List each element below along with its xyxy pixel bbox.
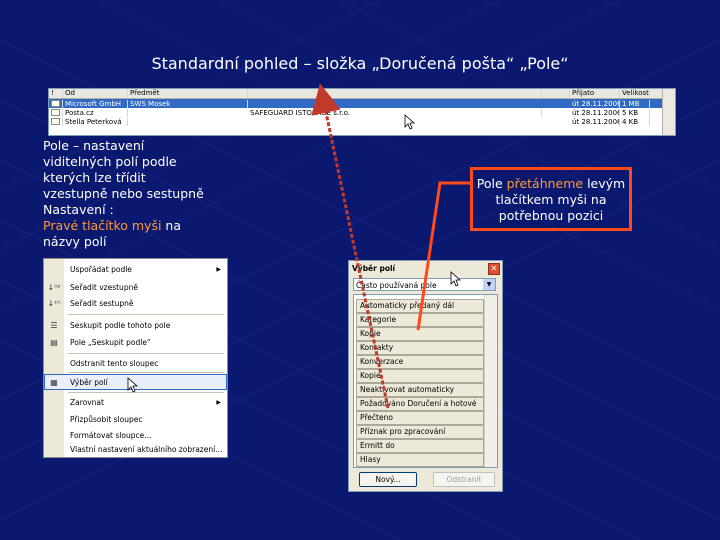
menu-item-group-by-field[interactable]: ☰ Seskupit podle tohoto pole — [44, 317, 227, 333]
dialog-title: Výběr polí ✕ — [349, 261, 502, 275]
row-subject: SAFEGUARD ISTORAGE s.r.o. — [248, 108, 542, 117]
field-chooser-dialog[interactable]: Výběr polí ✕ Často používaná pole ▼ Auto… — [348, 260, 503, 492]
field-item[interactable]: Kopie — [356, 369, 484, 383]
field-item[interactable]: Automaticky předaný dál — [356, 299, 484, 313]
menu-item-group-by-box[interactable]: ▤ Pole „Seskupit podle“ — [44, 334, 227, 350]
menu-item-arrange-by[interactable]: Uspořádat podle ▶ — [44, 261, 227, 277]
menu-item-sort-descending[interactable]: ↓ᶻᴬ Seřadit sestupně — [44, 295, 227, 311]
menu-separator — [68, 372, 224, 373]
row-company: SWS Mosek — [128, 99, 248, 108]
column-header-from[interactable]: Od — [63, 89, 128, 98]
menu-separator — [68, 353, 224, 354]
submenu-arrow-icon: ▶ — [216, 398, 221, 406]
menu-item-alignment[interactable]: Zarovnat ▶ — [44, 394, 227, 410]
delete-field-button[interactable]: Odstranit — [433, 472, 495, 487]
mail-envelope-icon — [49, 117, 63, 126]
row-received: út 28.11.2006 15:25 — [572, 108, 620, 117]
field-item[interactable]: Požadováno Doručení a hotové — [356, 397, 484, 411]
column-header-subject[interactable]: Předmět — [128, 89, 248, 98]
field-item[interactable]: Hlasy — [356, 453, 484, 467]
sort-descending-icon: ↓ᶻᴬ — [47, 298, 61, 308]
menu-item-best-fit[interactable]: Přizpůsobit sloupec — [44, 411, 227, 427]
field-set-select[interactable]: Často používaná pole ▼ — [353, 278, 496, 291]
column-header-importance[interactable]: ! — [49, 89, 63, 98]
column-header-size[interactable]: Velikost — [620, 89, 650, 98]
close-icon[interactable]: ✕ — [488, 263, 500, 275]
inbox-column-headers[interactable]: ! Od Předmět Přijato Velikost — [49, 89, 675, 99]
inbox-message-list[interactable]: ! Od Předmět Přijato Velikost Microsoft … — [48, 88, 676, 136]
field-item[interactable]: Kategorie — [356, 313, 484, 327]
group-by-box-icon: ▤ — [50, 337, 58, 347]
field-list[interactable]: Automaticky předaný dál Kategorie Kopie … — [353, 294, 498, 468]
row-received: út 28.11.2006 15:31 — [572, 117, 620, 126]
sort-ascending-icon: ↓ᴬᶻ — [47, 282, 61, 292]
field-list-scrollbar[interactable] — [484, 295, 497, 467]
field-item[interactable]: Neaktivovat automaticky — [356, 383, 484, 397]
row-from: Microsoft GmbH — [63, 99, 128, 108]
column-header-received[interactable]: Přijato — [570, 89, 620, 98]
menu-separator — [68, 314, 224, 315]
field-chooser-icon: ▦ — [50, 377, 58, 387]
submenu-arrow-icon: ▶ — [216, 265, 221, 273]
new-field-button[interactable]: Nový... — [359, 472, 417, 487]
group-by-field-icon: ☰ — [50, 320, 58, 330]
field-item[interactable]: Ermitt do — [356, 439, 484, 453]
field-item[interactable]: Přečteno — [356, 411, 484, 425]
menu-item-field-chooser[interactable]: ▦ Výběr polí — [44, 374, 227, 390]
table-row[interactable]: Stella Peterková út 28.11.2006 15:31 4 K… — [49, 117, 675, 126]
field-item[interactable]: Kopie — [356, 327, 484, 341]
inbox-scrollbar[interactable] — [662, 89, 675, 135]
mail-envelope-icon — [49, 108, 63, 117]
menu-separator — [68, 392, 224, 393]
field-item[interactable]: Příznak pro zpracování — [356, 425, 484, 439]
menu-item-customize-view[interactable]: Vlastní nastavení aktuálního zobrazení..… — [44, 441, 227, 457]
field-item[interactable]: Kontakty — [356, 341, 484, 355]
row-received: út 28.11.2006 15:19 — [572, 99, 620, 108]
row-size: 1 MB — [620, 99, 650, 108]
explanation-text: Pole – nastavení viditelných polí podle … — [43, 138, 204, 249]
chevron-down-icon[interactable]: ▼ — [483, 279, 495, 290]
field-item[interactable]: Konverzace — [356, 355, 484, 369]
row-size: 4 KB — [620, 117, 650, 126]
slide-title: Standardní pohled – složka „Doručená poš… — [151, 54, 569, 73]
table-row[interactable]: Microsoft GmbH SWS Mosek út 28.11.2006 1… — [49, 99, 675, 108]
row-from: Posta.cz — [63, 108, 128, 117]
mail-envelope-icon — [49, 99, 63, 108]
row-from: Stella Peterková — [63, 117, 128, 126]
callout-box: Pole přetáhneme levým tlačítkem myši na … — [470, 167, 632, 231]
column-header-spacer — [542, 89, 570, 98]
row-size: 5 KB — [620, 108, 650, 117]
menu-item-sort-ascending[interactable]: ↓ᴬᶻ Seřadit vzestupně — [44, 279, 227, 295]
column-context-menu[interactable]: Uspořádat podle ▶ ↓ᴬᶻ Seřadit vzestupně ↓ᶻ… — [43, 258, 228, 458]
column-header-blank[interactable] — [248, 89, 542, 98]
menu-item-remove-column[interactable]: Odstranit tento sloupec — [44, 355, 227, 371]
table-row[interactable]: Posta.cz SAFEGUARD ISTORAGE s.r.o. út 28… — [49, 108, 675, 117]
